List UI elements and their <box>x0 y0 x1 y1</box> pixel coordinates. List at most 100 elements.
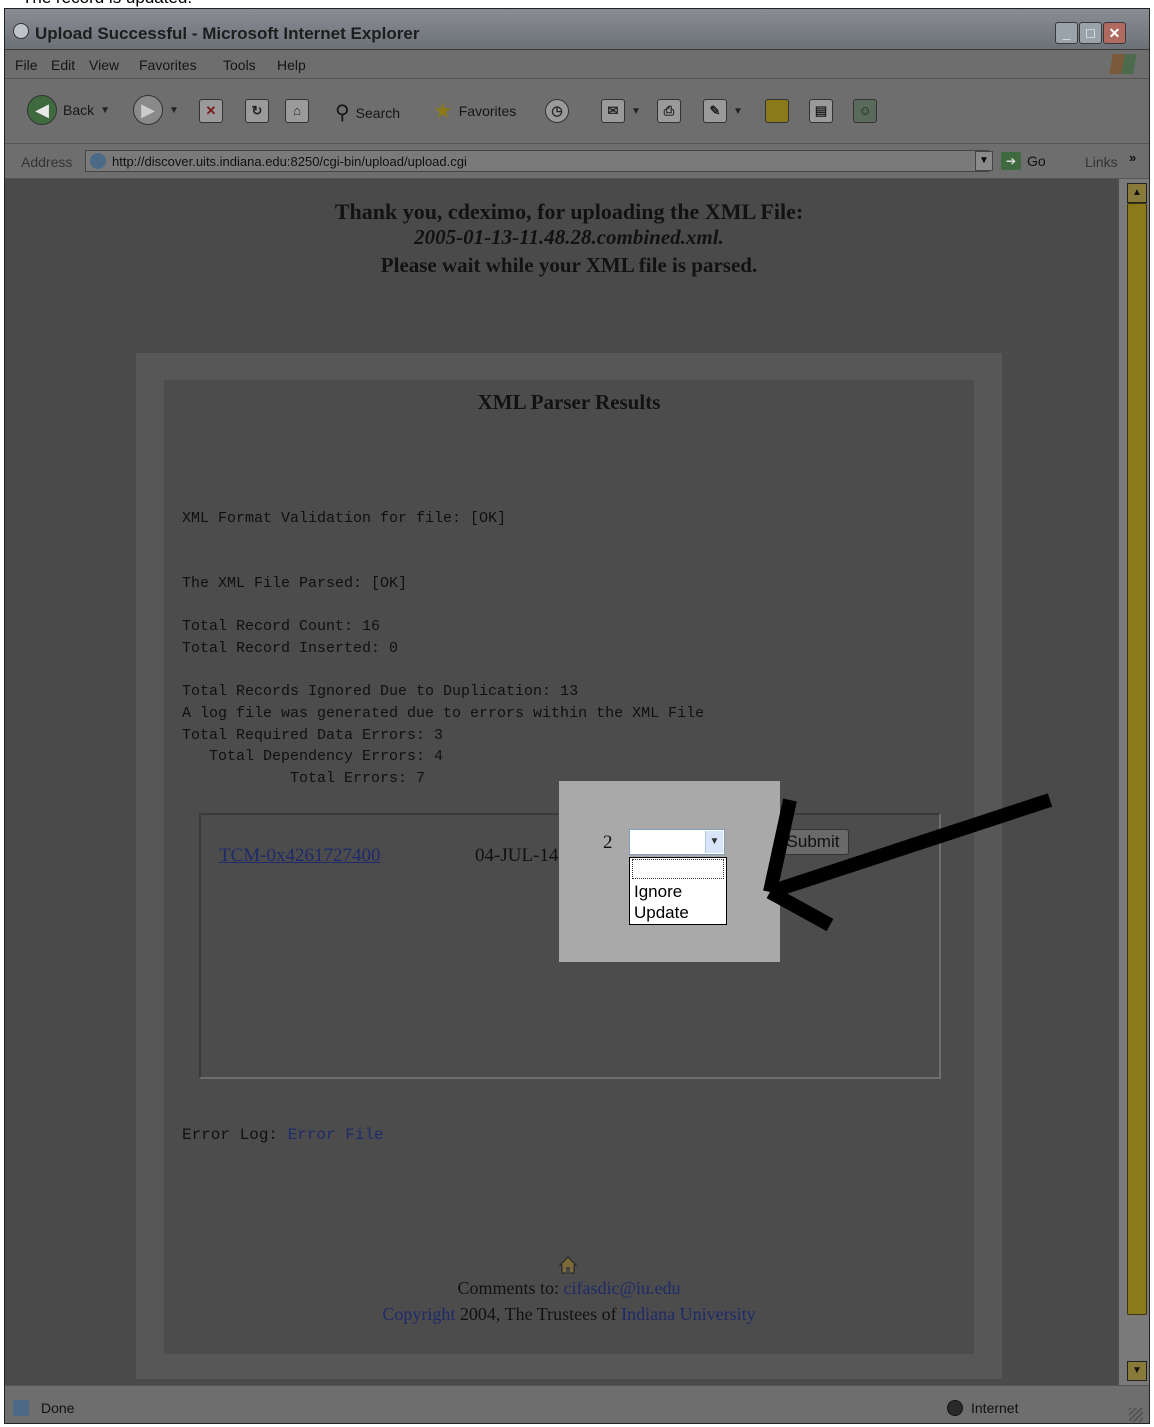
zone-text: Internet <box>971 1400 1019 1416</box>
star-icon: ★ <box>433 98 453 123</box>
back-label: Back <box>63 102 95 118</box>
menu-favorites[interactable]: Favorites <box>139 57 197 73</box>
print-icon: ⎙ <box>657 99 681 123</box>
stop-icon: ✕ <box>199 99 223 123</box>
ignored-line: Total Records Ignored Due to Duplication… <box>182 683 579 700</box>
university-link[interactable]: Indiana University <box>621 1304 755 1324</box>
windows-logo-icon <box>1109 54 1137 74</box>
page-icon <box>90 153 106 169</box>
refresh-icon: ↻ <box>245 99 269 123</box>
favorites-label: Favorites <box>458 103 517 119</box>
folder-icon <box>765 99 789 123</box>
error-log-label: Error Log: <box>182 1126 288 1144</box>
go-label: Go <box>1027 153 1046 169</box>
error-file-link[interactable]: Error File <box>288 1126 384 1144</box>
thank-you-heading: Thank you, cdeximo, for uploading the XM… <box>334 199 804 224</box>
go-arrow-icon: ➔ <box>1001 152 1021 170</box>
home-icon[interactable] <box>559 1256 577 1274</box>
edit-button[interactable]: ✎ ▼ <box>703 99 743 123</box>
history-icon: ◷ <box>545 99 569 123</box>
action-dropdown-list: Ignore Update <box>629 857 727 925</box>
chevron-down-icon[interactable]: ▼ <box>705 831 723 853</box>
menu-edit[interactable]: Edit <box>51 57 75 73</box>
print-button[interactable]: ⎙ <box>657 99 681 123</box>
record-count-line: Total Record Count: 16 <box>182 618 381 635</box>
research-button[interactable]: ▤ <box>809 99 833 123</box>
address-dropdown-icon[interactable]: ▼ <box>975 151 993 171</box>
option-ignore[interactable]: Ignore <box>632 882 724 902</box>
parsed-line: The XML File Parsed: [OK] <box>182 575 408 592</box>
back-dropdown-icon[interactable]: ▼ <box>100 105 110 116</box>
maximize-button[interactable]: □ <box>1079 22 1102 44</box>
results-title: XML Parser Results <box>477 390 661 414</box>
forward-button[interactable]: ▶ ▼ <box>133 95 179 125</box>
annotation-arrow-icon <box>763 793 1053 932</box>
comments-line: Comments to: cifasdic@iu.edu <box>164 1278 974 1299</box>
mail-dropdown-icon[interactable]: ▼ <box>631 106 641 117</box>
dependency-errors-line: Total Dependency Errors: 4 <box>182 748 444 765</box>
links-chevron-icon[interactable]: » <box>1129 150 1136 165</box>
edit-icon: ✎ <box>703 99 727 123</box>
status-bar: Done Internet <box>5 1385 1149 1423</box>
minimize-button[interactable]: _ <box>1055 22 1078 44</box>
ie-icon <box>13 23 29 39</box>
scroll-up-icon[interactable]: ▲ <box>1127 183 1147 203</box>
resize-grip[interactable] <box>1129 1408 1143 1422</box>
mail-button[interactable]: ✉ ▼ <box>601 99 641 123</box>
menu-bar: File Edit View Favorites Tools Help <box>5 50 1149 79</box>
record-inserted-line: Total Record Inserted: 0 <box>182 640 399 657</box>
history-button[interactable]: ◷ <box>545 99 569 123</box>
wait-heading: Please wait while your XML file is parse… <box>380 253 758 277</box>
menu-view[interactable]: View <box>89 57 119 73</box>
stop-button[interactable]: ✕ <box>199 99 223 123</box>
copyright-line: Copyright 2004, The Trustees of Indiana … <box>164 1304 974 1325</box>
refresh-button[interactable]: ↻ <box>245 99 269 123</box>
record-date: 04-JUL-14 <box>475 845 559 866</box>
copyright-text: 2004, The Trustees of <box>455 1304 622 1324</box>
search-label: Search <box>355 104 401 121</box>
back-arrow-icon: ◀ <box>27 95 57 125</box>
home-icon: ⌂ <box>285 99 309 123</box>
home-button[interactable]: ⌂ <box>285 99 309 123</box>
action-select[interactable]: ▼ <box>629 829 725 855</box>
links-label[interactable]: Links <box>1085 154 1118 170</box>
discuss-button[interactable] <box>765 99 789 123</box>
status-text: Done <box>41 1400 75 1416</box>
record-id-link[interactable]: TCM-0x4261727400 <box>219 845 381 867</box>
log-generated-line: A log file was generated due to errors w… <box>182 705 705 722</box>
forward-dropdown-icon[interactable]: ▼ <box>169 105 179 116</box>
caption: The record is updated. <box>22 0 192 8</box>
internet-zone-icon <box>947 1400 963 1416</box>
validation-line: XML Format Validation for file: [OK] <box>182 510 507 527</box>
option-blank[interactable] <box>632 859 724 879</box>
vertical-scrollbar[interactable]: ▲ ▼ <box>1119 179 1149 1385</box>
mail-icon: ✉ <box>601 99 625 123</box>
search-button[interactable]: ⚲ Search <box>335 100 400 125</box>
go-button[interactable]: ➔ Go <box>1001 152 1046 170</box>
copyright-link[interactable]: Copyright <box>382 1304 455 1324</box>
scroll-thumb[interactable] <box>1127 203 1147 1315</box>
comments-email-link[interactable]: cifasdic@iu.edu <box>563 1278 680 1298</box>
address-input[interactable]: http://discover.uits.indiana.edu:8250/cg… <box>85 150 989 172</box>
required-errors-line: Total Required Data Errors: 3 <box>182 727 444 744</box>
favorites-button[interactable]: ★ Favorites <box>433 98 516 124</box>
scroll-down-icon[interactable]: ▼ <box>1127 1361 1147 1381</box>
comments-label: Comments to: <box>457 1278 564 1298</box>
address-label: Address <box>21 154 73 170</box>
record-dup-count: 2 <box>603 832 613 853</box>
title-bar: Upload Successful - Microsoft Internet E… <box>5 9 1149 50</box>
close-button[interactable]: ✕ <box>1103 22 1126 44</box>
total-errors-line: Total Errors: 7 <box>182 770 426 787</box>
edit-dropdown-icon[interactable]: ▼ <box>733 106 743 117</box>
option-update[interactable]: Update <box>632 903 724 923</box>
address-url: http://discover.uits.indiana.edu:8250/cg… <box>112 154 467 169</box>
filename-heading: 2005-01-13-11.48.28.combined.xml. <box>414 225 724 249</box>
back-button[interactable]: ◀ Back ▼ <box>27 95 110 125</box>
messenger-button[interactable]: ☺ <box>853 99 877 123</box>
menu-file[interactable]: File <box>15 57 38 73</box>
window-title: Upload Successful - Microsoft Internet E… <box>35 24 420 43</box>
research-icon: ▤ <box>809 99 833 123</box>
menu-help[interactable]: Help <box>277 57 306 73</box>
menu-tools[interactable]: Tools <box>223 57 256 73</box>
search-icon: ⚲ <box>335 102 350 124</box>
